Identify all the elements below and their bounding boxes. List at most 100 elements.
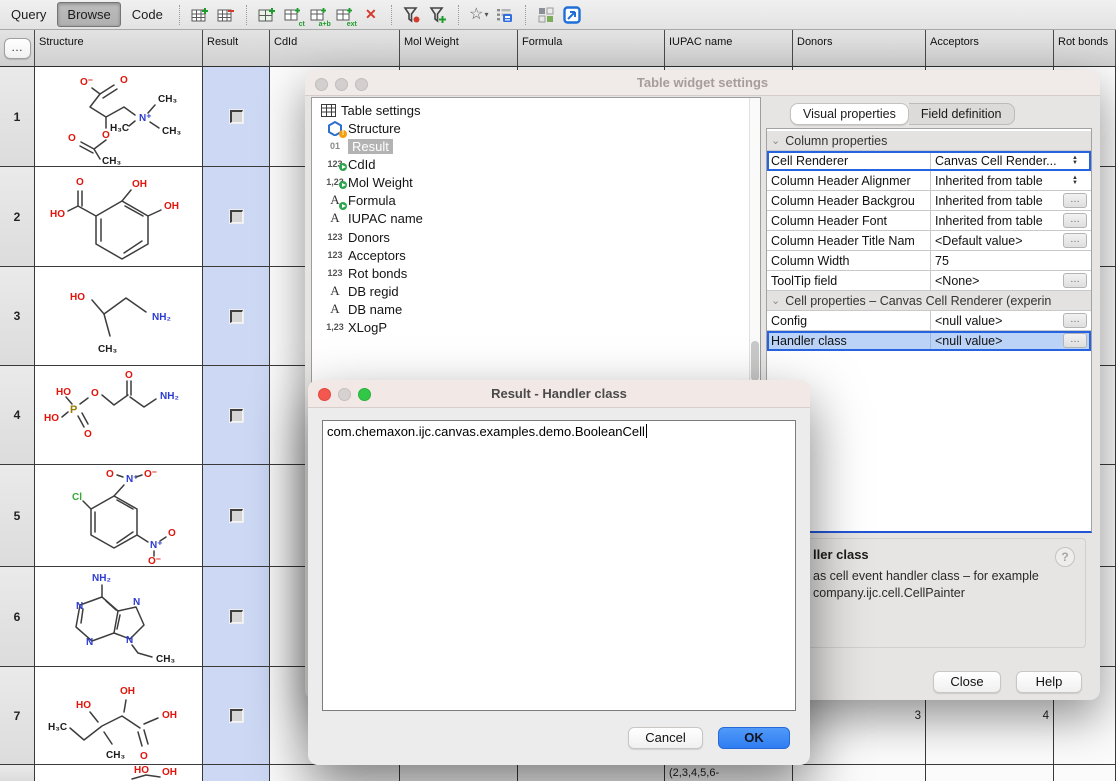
- column-header-result[interactable]: Result: [203, 30, 270, 67]
- ellipsis-button[interactable]: …: [1063, 213, 1087, 228]
- structure-cell[interactable]: NH₂ NN NN CH₃: [35, 567, 203, 667]
- zoom-window-icon[interactable]: [355, 78, 368, 91]
- column-header-acceptors[interactable]: Acceptors: [926, 30, 1054, 67]
- row-number[interactable]: 3: [0, 267, 35, 366]
- result-cell[interactable]: [203, 765, 270, 781]
- section-cell-properties[interactable]: ⌄ Cell properties – Canvas Cell Renderer…: [767, 291, 1091, 311]
- ellipsis-button[interactable]: …: [1063, 313, 1087, 328]
- row-number[interactable]: 2: [0, 167, 35, 267]
- tree-item-formula[interactable]: A Formula: [322, 191, 396, 209]
- structure-cell[interactable]: O⁻O O OCH₃ N⁺ CH₃CH₃H₃C: [35, 67, 203, 167]
- tree-item-iupac[interactable]: A IUPAC name: [322, 209, 423, 227]
- column-header-iupac[interactable]: IUPAC name: [665, 30, 793, 67]
- column-header-molweight[interactable]: Mol Weight: [400, 30, 518, 67]
- molweight-cell[interactable]: [400, 765, 518, 781]
- ellipsis-button[interactable]: …: [1063, 273, 1087, 288]
- windows-layout-icon[interactable]: [533, 2, 559, 28]
- result-cell[interactable]: [203, 67, 270, 167]
- prop-row-cell-renderer[interactable]: Cell Renderer Canvas Cell Render... ▲▼: [767, 151, 1091, 171]
- column-header-cdid[interactable]: CdId: [270, 30, 400, 67]
- close-window-icon[interactable]: [318, 388, 331, 401]
- prop-row-header-title-name[interactable]: Column Header Title Nam <Default value> …: [767, 231, 1091, 251]
- row-number[interactable]: 4: [0, 366, 35, 465]
- prop-row-handler-class[interactable]: Handler class <null value> …: [767, 331, 1091, 351]
- row-number[interactable]: 1: [0, 67, 35, 167]
- star-dropdown-caret-icon[interactable]: ▾: [485, 10, 489, 19]
- structure-cell[interactable]: H₃C HO CH₃ OH O OH: [35, 667, 203, 765]
- minimize-window-icon[interactable]: [335, 78, 348, 91]
- open-new-window-icon[interactable]: [559, 2, 585, 28]
- result-checkbox[interactable]: [230, 509, 243, 522]
- result-cell[interactable]: [203, 667, 270, 765]
- tree-item-acceptors[interactable]: 123 Acceptors: [322, 246, 406, 264]
- tree-item-table-settings[interactable]: Table settings: [315, 101, 421, 119]
- tab-query[interactable]: Query: [2, 3, 55, 26]
- favorites-star-icon[interactable]: ☆▾: [466, 2, 492, 28]
- row-number[interactable]: 7: [0, 667, 35, 765]
- delete-row-icon[interactable]: [213, 2, 239, 28]
- filter-icon[interactable]: [399, 2, 425, 28]
- result-checkbox[interactable]: [230, 709, 243, 722]
- cancel-button[interactable]: Cancel: [628, 727, 703, 749]
- prop-row-header-alignment[interactable]: Column Header Alignmer Inherited from ta…: [767, 171, 1091, 191]
- result-cell[interactable]: [203, 167, 270, 267]
- add-row-icon[interactable]: [187, 2, 213, 28]
- tree-item-dbregid[interactable]: A DB regid: [322, 282, 399, 300]
- column-header-rotbonds[interactable]: Rot bonds: [1054, 30, 1116, 67]
- stepper-icon[interactable]: ▲▼: [1072, 176, 1078, 186]
- tree-item-structure[interactable]: ! Structure: [322, 119, 401, 137]
- tree-item-result[interactable]: 01 Result: [322, 137, 393, 155]
- add-filter-icon[interactable]: [425, 2, 451, 28]
- tree-item-xlogp[interactable]: 1,23 XLogP: [322, 318, 387, 336]
- row-number[interactable]: [0, 765, 35, 781]
- tab-field-definition[interactable]: Field definition: [909, 103, 1015, 125]
- acceptors-cell[interactable]: [926, 765, 1054, 781]
- tree-item-donors[interactable]: 123 Donors: [322, 228, 390, 246]
- ellipsis-button[interactable]: …: [1063, 233, 1087, 248]
- add-table-ab-icon[interactable]: a+b: [306, 2, 332, 28]
- prop-row-header-font[interactable]: Column Header Font Inherited from table …: [767, 211, 1091, 231]
- help-question-icon[interactable]: ?: [1055, 547, 1075, 567]
- saved-list-icon[interactable]: [492, 2, 518, 28]
- tree-scrollbar-thumb[interactable]: [751, 341, 759, 381]
- result-checkbox[interactable]: [230, 310, 243, 323]
- handler-class-textarea[interactable]: com.chemaxon.ijc.canvas.examples.demo.Bo…: [322, 420, 796, 711]
- add-widget-icon[interactable]: [254, 2, 280, 28]
- tree-item-dbname[interactable]: A DB name: [322, 300, 402, 318]
- prop-row-column-width[interactable]: Column Width 75: [767, 251, 1091, 271]
- tab-visual-properties[interactable]: Visual properties: [790, 103, 909, 125]
- structure-cell[interactable]: Cl N⁺ O O⁻ N⁺ O O⁻: [35, 465, 203, 567]
- result-checkbox[interactable]: [230, 409, 243, 422]
- result-checkbox[interactable]: [230, 110, 243, 123]
- delete-icon[interactable]: ✕: [358, 2, 384, 28]
- zoom-window-icon[interactable]: [358, 388, 371, 401]
- structure-cell[interactable]: HOOH: [35, 765, 203, 781]
- close-window-icon[interactable]: [315, 78, 328, 91]
- rotbonds-cell[interactable]: [1054, 765, 1116, 781]
- column-header-donors[interactable]: Donors: [793, 30, 926, 67]
- tree-item-cdid[interactable]: 123 CdId: [322, 155, 375, 173]
- prop-row-config[interactable]: Config <null value> …: [767, 311, 1091, 331]
- tab-browse[interactable]: Browse: [57, 2, 120, 27]
- column-header-structure[interactable]: Structure: [35, 30, 203, 67]
- ellipsis-button[interactable]: …: [1063, 333, 1087, 348]
- close-button[interactable]: Close: [933, 671, 1001, 693]
- column-header-formula[interactable]: Formula: [518, 30, 665, 67]
- prop-row-header-background[interactable]: Column Header Backgrou Inherited from ta…: [767, 191, 1091, 211]
- result-checkbox[interactable]: [230, 210, 243, 223]
- prop-row-tooltip-field[interactable]: ToolTip field <None> …: [767, 271, 1091, 291]
- result-cell[interactable]: [203, 366, 270, 465]
- tree-item-molweight[interactable]: 1,23 Mol Weight: [322, 173, 413, 191]
- row-number[interactable]: 5: [0, 465, 35, 567]
- iupac-cell[interactable]: (2,3,4,5,6-: [665, 765, 793, 781]
- result-cell[interactable]: [203, 465, 270, 567]
- tree-item-rotbonds[interactable]: 123 Rot bonds: [322, 264, 407, 282]
- structure-cell[interactable]: HO NH₂ CH₃: [35, 267, 203, 366]
- minimize-window-icon[interactable]: [338, 388, 351, 401]
- add-table-ct-icon[interactable]: ct: [280, 2, 306, 28]
- add-table-ext-icon[interactable]: ext: [332, 2, 358, 28]
- result-checkbox[interactable]: [230, 610, 243, 623]
- ok-button[interactable]: OK: [718, 727, 790, 749]
- ellipsis-button[interactable]: …: [1063, 193, 1087, 208]
- donors-cell[interactable]: [793, 765, 926, 781]
